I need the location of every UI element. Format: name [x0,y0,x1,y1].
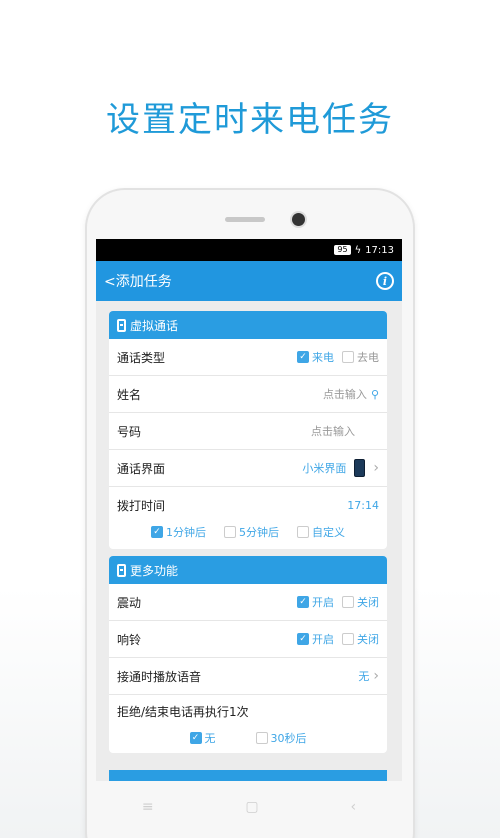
virtual-call-header-label: 虚拟通话 [130,318,179,333]
dial-time-row: 拨打时间 17:14 ✓ 1分钟后 5分钟后 自定义 [109,487,387,549]
vibrate-off-option[interactable]: 关闭 [342,594,379,610]
ring-on-label: 开启 [312,633,334,646]
menu-icon[interactable]: ≡ [142,799,154,815]
back-button[interactable]: <添加任务 [104,271,172,291]
checkbox-checked-icon[interactable]: ✓ [189,731,202,744]
ring-label: 响铃 [117,632,142,647]
checkbox-checked-icon[interactable]: ✓ [151,525,163,538]
phone-screen: 95 ϟ 17:13 <添加任务 i 虚拟通话 通话类型 ✓ 来电 去电 姓名 … [96,239,402,781]
battery-icon: 95 [334,245,351,255]
checkbox-checked-icon[interactable]: ✓ [297,596,309,608]
virtual-call-header: 虚拟通话 [109,311,387,339]
vibrate-label: 震动 [117,595,142,610]
incoming-label: 来电 [312,351,334,364]
nav-bar: ≡ ▢ ‹ [96,781,402,833]
speaker-grille [225,217,265,222]
more-features-card: 更多功能 震动 ✓ 开启 关闭 响铃 ✓ 开启 关闭 接通时播放语音 无 › 拒… [109,556,387,753]
dial-custom-label: 自定义 [312,525,345,539]
phone-icon [117,318,126,332]
back-icon[interactable]: ‹ [350,799,356,815]
repeat-row: 拒绝/结束电话再执行1次 ✓ 无 30秒后 [109,695,387,753]
chevron-right-icon[interactable]: › [373,668,379,684]
dial-custom-option[interactable]: 自定义 [297,524,345,540]
call-ui-row[interactable]: 通话界面 小米界面 › [109,450,387,487]
vibrate-off-label: 关闭 [357,596,379,609]
next-card-header [109,770,387,781]
repeat-none-option[interactable]: ✓ 无 [189,730,216,746]
dial-time-label: 拨打时间 [117,498,166,513]
call-ui-label: 通话界面 [117,461,166,476]
voice-value: 无 [358,670,370,683]
repeat-label: 拒绝/结束电话再执行1次 [117,704,249,719]
call-ui-value: 小米界面 [302,462,347,475]
status-time: 17:13 [365,244,394,256]
checkbox-checked-icon[interactable]: ✓ [297,633,309,645]
number-label: 号码 [117,424,142,439]
number-input[interactable]: 点击输入 [311,423,355,439]
ring-row: 响铃 ✓ 开启 关闭 [109,621,387,658]
dial-1min-option[interactable]: ✓ 1分钟后 [151,524,206,540]
phone-preview-icon [354,459,366,477]
voice-row[interactable]: 接通时播放语音 无 › [109,658,387,695]
name-row[interactable]: 姓名 点击输入 ⚲ [109,376,387,413]
phone-icon [117,563,126,577]
dial-5min-option[interactable]: 5分钟后 [224,524,279,540]
chevron-right-icon[interactable]: › [373,460,379,476]
vibrate-row: 震动 ✓ 开启 关闭 [109,584,387,621]
status-bar: 95 ϟ 17:13 [96,239,402,261]
front-camera [292,213,305,226]
number-row[interactable]: 号码 点击输入 [109,413,387,450]
call-type-label: 通话类型 [117,350,166,365]
name-input[interactable]: 点击输入 [323,386,367,402]
outgoing-label: 去电 [357,351,379,364]
ring-off-option[interactable]: 关闭 [342,631,379,647]
call-type-row: 通话类型 ✓ 来电 去电 [109,339,387,376]
call-type-outgoing-option[interactable]: 去电 [342,349,379,365]
vibrate-on-option[interactable]: ✓ 开启 [297,594,334,610]
more-features-header: 更多功能 [109,556,387,584]
search-icon[interactable]: ⚲ [371,388,379,401]
checkbox-unchecked-icon[interactable] [342,596,354,608]
repeat-30s-option[interactable]: 30秒后 [255,730,307,746]
back-label: <添加任务 [104,274,172,290]
call-type-incoming-option[interactable]: ✓ 来电 [297,349,334,365]
voice-label: 接通时播放语音 [117,669,202,684]
home-icon[interactable]: ▢ [245,799,258,815]
checkbox-unchecked-icon[interactable] [297,525,309,538]
checkbox-checked-icon[interactable]: ✓ [297,351,309,363]
repeat-none-label: 无 [204,731,216,745]
vibrate-on-label: 开启 [312,596,334,609]
headline-title: 设置定时来电任务 [106,100,394,140]
app-bar: <添加任务 i [96,261,402,301]
dial-time-value[interactable]: 17:14 [347,499,379,512]
dial-5min-label: 5分钟后 [239,525,279,539]
checkbox-unchecked-icon[interactable] [342,351,354,363]
virtual-call-card: 虚拟通话 通话类型 ✓ 来电 去电 姓名 点击输入 ⚲ 号码 点击输入 通话界面… [109,311,387,549]
ring-off-label: 关闭 [357,633,379,646]
checkbox-unchecked-icon[interactable] [342,633,354,645]
name-label: 姓名 [117,387,142,402]
info-icon[interactable]: i [376,272,394,290]
more-features-header-label: 更多功能 [130,563,179,578]
dial-1min-label: 1分钟后 [166,525,206,539]
checkbox-unchecked-icon[interactable] [255,731,268,744]
repeat-30s-label: 30秒后 [270,731,307,745]
checkbox-unchecked-icon[interactable] [224,525,236,538]
charging-icon: ϟ [354,244,362,256]
ring-on-option[interactable]: ✓ 开启 [297,631,334,647]
